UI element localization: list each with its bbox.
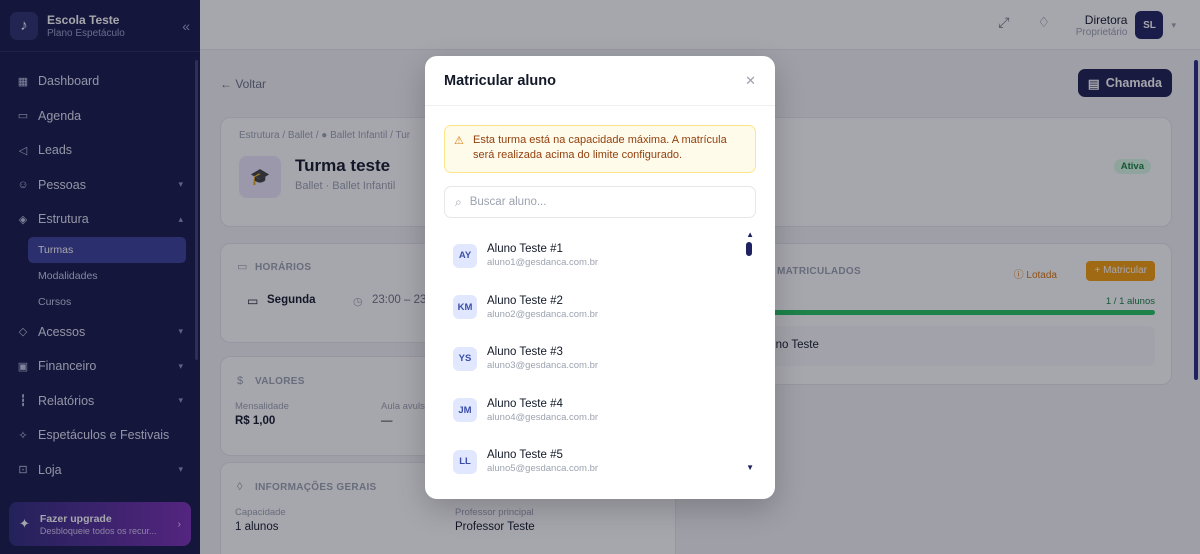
- student-email: aluno5@gesdanca.com.br: [487, 463, 599, 475]
- list-scrollbar-thumb[interactable]: [746, 242, 752, 256]
- page-scrollbar[interactable]: [1194, 60, 1198, 380]
- list-item[interactable]: LL Aluno Teste #5 aluno5@gesdanca.com.br: [444, 436, 756, 488]
- list-item[interactable]: KM Aluno Teste #2 aluno2@gesdanca.com.br: [444, 282, 756, 334]
- student-name: Aluno Teste #5: [487, 449, 563, 462]
- student-list: AY Aluno Teste #1 aluno1@gesdanca.com.br…: [444, 230, 756, 480]
- close-icon[interactable]: ✕: [745, 73, 756, 89]
- list-item[interactable]: JM Aluno Teste #4 aluno4@gesdanca.com.br: [444, 385, 756, 437]
- list-item[interactable]: YS Aluno Teste #3 aluno3@gesdanca.com.br: [444, 333, 756, 385]
- warning-icon: ⚠: [454, 135, 464, 147]
- student-name: Aluno Teste #2: [487, 294, 563, 307]
- search-input[interactable]: [469, 196, 730, 208]
- scroll-down-arrow-icon[interactable]: ▼: [746, 463, 754, 472]
- search-icon: ⌕: [455, 194, 462, 209]
- avatar: AY: [453, 243, 477, 268]
- student-email: aluno3@gesdanca.com.br: [487, 360, 599, 372]
- student-name: Aluno Teste #3: [487, 346, 563, 359]
- avatar: YS: [453, 346, 477, 371]
- student-email: aluno1@gesdanca.com.br: [487, 257, 599, 269]
- avatar: JM: [453, 398, 477, 423]
- student-email: aluno4@gesdanca.com.br: [487, 411, 599, 423]
- enroll-student-modal: Matricular aluno ✕ ⚠ Esta turma está na …: [425, 56, 775, 499]
- capacity-warning: ⚠ Esta turma está na capacidade máxima. …: [444, 125, 756, 173]
- list-item[interactable]: AY Aluno Teste #1 aluno1@gesdanca.com.br: [444, 230, 756, 282]
- search-box: ⌕: [444, 186, 756, 218]
- student-email: aluno2@gesdanca.com.br: [487, 308, 599, 320]
- student-name: Aluno Teste #4: [487, 397, 563, 410]
- modal-title: Matricular aluno: [444, 72, 556, 89]
- scroll-up-arrow-icon[interactable]: ▲: [746, 230, 754, 239]
- warning-text: Esta turma está na capacidade máxima. A …: [473, 134, 727, 161]
- avatar: KM: [453, 295, 477, 320]
- avatar: LL: [453, 449, 477, 474]
- modal-header: Matricular aluno ✕: [425, 56, 775, 106]
- student-name: Aluno Teste #1: [487, 243, 563, 256]
